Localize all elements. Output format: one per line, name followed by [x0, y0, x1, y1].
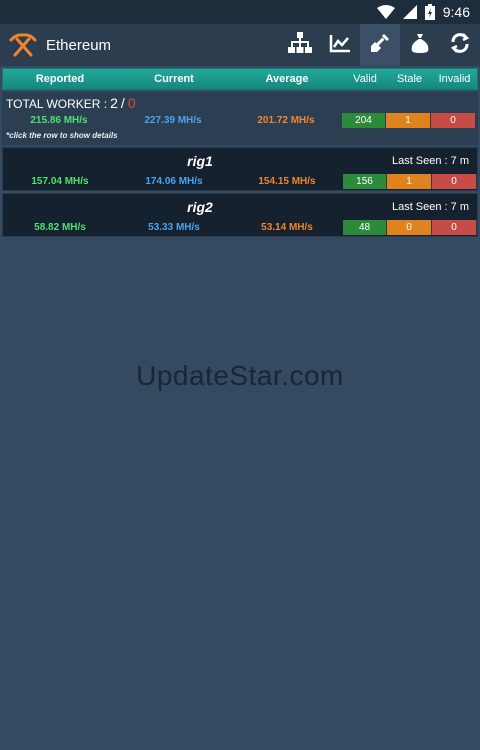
signal-icon	[402, 5, 417, 19]
total-invalid: 0	[431, 112, 476, 128]
watermark: UpdateStar.com	[136, 360, 344, 391]
rig-reported: 58.82 MH/s	[34, 221, 86, 233]
chart-icon	[329, 33, 351, 58]
wifi-icon	[376, 5, 395, 19]
network-button[interactable]	[280, 24, 320, 66]
rig-average: 53.14 MH/s	[261, 221, 313, 233]
rig-stale: 0	[387, 219, 432, 235]
payouts-button[interactable]	[400, 24, 440, 66]
total-rates: 215.86 MH/s 227.39 MH/s 201.72 MH/s 204 …	[2, 112, 478, 128]
refresh-icon	[449, 32, 471, 59]
rig-current: 53.33 MH/s	[148, 221, 200, 233]
rig-current: 174.06 MH/s	[145, 175, 203, 187]
worker-separator: /	[120, 95, 125, 111]
rig-name: rig1	[187, 152, 213, 169]
rig-last-seen: Last Seen : 7 m	[391, 154, 469, 167]
rig-row[interactable]: rig1 Last Seen : 7 m 157.04 MH/s 174.06 …	[2, 147, 478, 191]
app-bar: Ethereum	[0, 24, 480, 66]
toolbar	[280, 24, 480, 66]
total-worker-label: TOTAL WORKER :	[6, 97, 108, 111]
battery-icon	[424, 4, 435, 20]
total-reported: 215.86 MH/s	[30, 114, 88, 126]
col-reported: Reported	[35, 73, 85, 85]
rig-rates: 157.04 MH/s 174.06 MH/s 154.15 MH/s 156 …	[3, 173, 477, 189]
status-time: 9:46	[442, 4, 470, 20]
rig-valid: 48	[343, 219, 387, 235]
active-worker-count: 2	[110, 95, 118, 111]
offline-worker-count: 0	[127, 95, 136, 111]
rig-reported: 157.04 MH/s	[31, 175, 89, 187]
app-title: Ethereum	[46, 36, 112, 54]
rig-invalid: 0	[432, 219, 477, 235]
total-current: 227.39 MH/s	[144, 114, 202, 126]
col-invalid: Invalid	[438, 73, 471, 85]
workers-button[interactable]	[360, 24, 400, 66]
rig-average: 154.15 MH/s	[258, 175, 316, 187]
rig-rates: 58.82 MH/s 53.33 MH/s 53.14 MH/s 48 0 0	[3, 219, 477, 235]
shovel-icon	[369, 32, 391, 59]
refresh-button[interactable]	[440, 24, 480, 66]
column-header: Reported Current Average Valid Stale Inv…	[2, 68, 478, 90]
rig-name: rig2	[187, 198, 213, 215]
money-bag-icon	[409, 32, 431, 59]
col-stale: Stale	[396, 73, 423, 85]
network-icon	[288, 31, 312, 59]
total-average: 201.72 MH/s	[257, 114, 315, 126]
hint-text: *click the row to show details	[2, 128, 478, 145]
rig-last-seen: Last Seen : 7 m	[391, 200, 469, 213]
pickaxes-logo-icon	[8, 30, 38, 60]
rig-invalid: 0	[432, 173, 477, 189]
col-average: Average	[265, 73, 309, 85]
total-summary: TOTAL WORKER : 2 / 0 215.86 MH/s 227.39 …	[2, 92, 478, 128]
rig-row[interactable]: rig2 Last Seen : 7 m 58.82 MH/s 53.33 MH…	[2, 193, 478, 237]
col-valid: Valid	[353, 73, 377, 85]
total-stale: 1	[386, 112, 431, 128]
total-valid: 204	[342, 112, 386, 128]
status-bar: 9:46	[0, 0, 480, 24]
col-current: Current	[154, 73, 194, 85]
chart-button[interactable]	[320, 24, 360, 66]
rig-valid: 156	[343, 173, 387, 189]
total-worker-label-row: TOTAL WORKER : 2 / 0	[2, 95, 478, 112]
rig-stale: 1	[387, 173, 432, 189]
